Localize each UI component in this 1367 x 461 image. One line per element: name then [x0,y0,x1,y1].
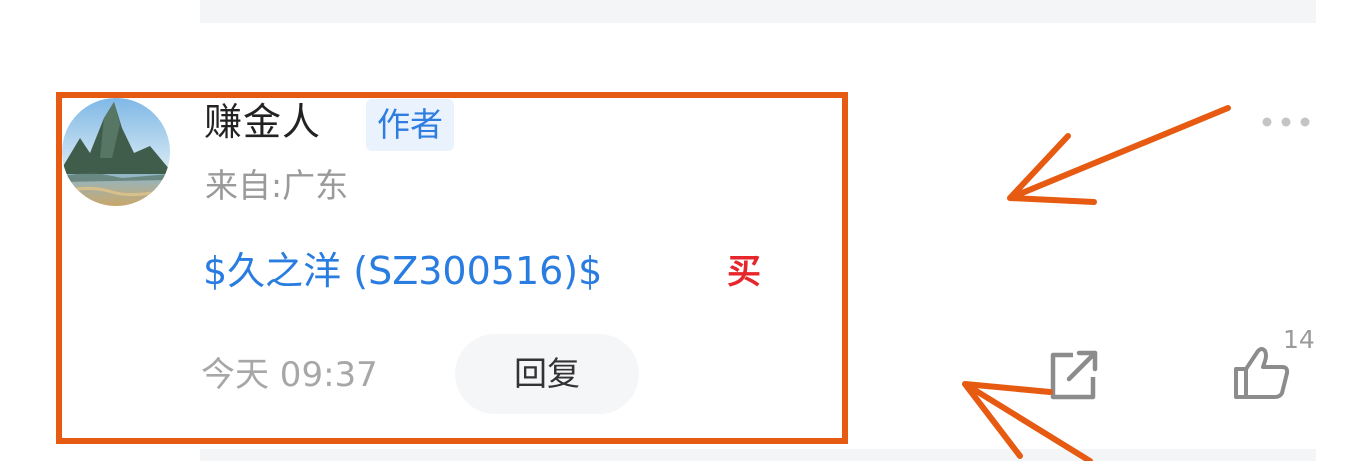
share-button[interactable] [1043,345,1103,405]
annotation-highlight-box [56,92,848,444]
more-options-button[interactable] [1256,104,1320,140]
comment-screen: 赚金人 作者 来自:广东 $久之洋 (SZ300516)$ 买 今天 09:37… [0,0,1367,461]
like-count: 14 [1283,325,1315,354]
arrow-upper-icon [1007,105,1231,205]
more-dots-icon [1262,117,1310,127]
bottom-divider [200,449,1316,461]
top-divider [200,0,1316,23]
share-icon [1050,350,1098,400]
